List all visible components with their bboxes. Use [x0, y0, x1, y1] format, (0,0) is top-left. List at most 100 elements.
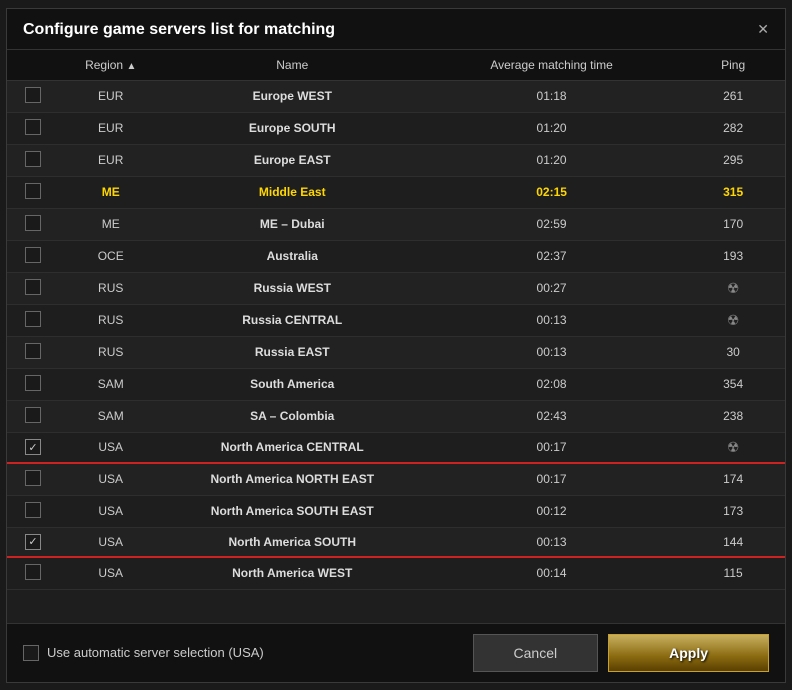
- cell-name: Middle East: [163, 176, 422, 208]
- ping-loading-icon: ☢: [727, 439, 740, 455]
- cell-name: North America WEST: [163, 557, 422, 590]
- row-checkbox[interactable]: [25, 502, 41, 518]
- cell-region: ME: [59, 176, 163, 208]
- cell-name: South America: [163, 368, 422, 400]
- cell-ping: 173: [681, 495, 785, 527]
- table-header-row: Region ▲ Name Average matching time Ping: [7, 50, 785, 81]
- col-checkbox: [7, 50, 59, 81]
- cell-region: OCE: [59, 240, 163, 272]
- row-checkbox[interactable]: [25, 470, 41, 486]
- cell-ping: 144: [681, 527, 785, 557]
- cell-region: EUR: [59, 112, 163, 144]
- cell-region: RUS: [59, 336, 163, 368]
- cell-region: SAM: [59, 368, 163, 400]
- cell-avg-time: 00:27: [422, 272, 681, 304]
- server-table: Region ▲ Name Average matching time Ping…: [7, 50, 785, 590]
- dialog-footer: Use automatic server selection (USA) Can…: [7, 623, 785, 682]
- dialog-window: Configure game servers list for matching…: [6, 8, 786, 683]
- cell-region: RUS: [59, 272, 163, 304]
- cell-avg-time: 00:17: [422, 432, 681, 463]
- cell-region: RUS: [59, 304, 163, 336]
- cell-ping: 282: [681, 112, 785, 144]
- cell-avg-time: 01:20: [422, 144, 681, 176]
- cell-avg-time: 00:12: [422, 495, 681, 527]
- table-row: USANorth America CENTRAL00:17 ☢: [7, 432, 785, 463]
- col-avg-time: Average matching time: [422, 50, 681, 81]
- table-row: RUSRussia CENTRAL00:13 ☢: [7, 304, 785, 336]
- close-button[interactable]: ✕: [757, 21, 769, 38]
- row-checkbox[interactable]: [25, 215, 41, 231]
- cell-ping: 30: [681, 336, 785, 368]
- cell-ping: 174: [681, 463, 785, 496]
- row-checkbox[interactable]: [25, 564, 41, 580]
- row-checkbox[interactable]: [25, 87, 41, 103]
- cell-avg-time: 02:15: [422, 176, 681, 208]
- cell-avg-time: 02:43: [422, 400, 681, 432]
- col-name: Name: [163, 50, 422, 81]
- ping-loading-icon: ☢: [727, 280, 740, 296]
- cancel-button[interactable]: Cancel: [473, 634, 599, 672]
- col-region[interactable]: Region ▲: [59, 50, 163, 81]
- cell-ping: 261: [681, 80, 785, 112]
- row-checkbox[interactable]: [25, 343, 41, 359]
- row-checkbox[interactable]: [25, 439, 41, 455]
- row-checkbox[interactable]: [25, 151, 41, 167]
- cell-region: USA: [59, 557, 163, 590]
- row-checkbox[interactable]: [25, 247, 41, 263]
- cell-ping: 115: [681, 557, 785, 590]
- table-row: USANorth America NORTH EAST00:17174: [7, 463, 785, 496]
- table-row: USANorth America SOUTH EAST00:12173: [7, 495, 785, 527]
- cell-ping: 315: [681, 176, 785, 208]
- cell-ping: ☢: [681, 272, 785, 304]
- dialog-title: Configure game servers list for matching: [23, 21, 335, 39]
- cell-ping: ☢: [681, 432, 785, 463]
- table-row: EUREurope WEST01:18261: [7, 80, 785, 112]
- row-checkbox[interactable]: [25, 183, 41, 199]
- cell-region: ME: [59, 208, 163, 240]
- col-ping: Ping: [681, 50, 785, 81]
- cell-avg-time: 00:13: [422, 527, 681, 557]
- cell-name: ME – Dubai: [163, 208, 422, 240]
- row-checkbox[interactable]: [25, 407, 41, 423]
- row-checkbox[interactable]: [25, 119, 41, 135]
- cell-region: USA: [59, 463, 163, 496]
- title-bar: Configure game servers list for matching…: [7, 9, 785, 50]
- cell-avg-time: 02:59: [422, 208, 681, 240]
- table-row: RUSRussia WEST00:27 ☢: [7, 272, 785, 304]
- cell-name: Europe WEST: [163, 80, 422, 112]
- cell-name: North America SOUTH EAST: [163, 495, 422, 527]
- cell-avg-time: 02:37: [422, 240, 681, 272]
- cell-name: North America CENTRAL: [163, 432, 422, 463]
- cell-region: USA: [59, 527, 163, 557]
- cell-name: Russia WEST: [163, 272, 422, 304]
- table-row: EUREurope SOUTH01:20282: [7, 112, 785, 144]
- cell-avg-time: 01:20: [422, 112, 681, 144]
- row-checkbox[interactable]: [25, 311, 41, 327]
- cell-avg-time: 01:18: [422, 80, 681, 112]
- cell-name: Europe SOUTH: [163, 112, 422, 144]
- cell-region: EUR: [59, 80, 163, 112]
- row-checkbox[interactable]: [25, 279, 41, 295]
- cell-region: SAM: [59, 400, 163, 432]
- cell-ping: 354: [681, 368, 785, 400]
- ping-loading-icon: ☢: [727, 312, 740, 328]
- apply-button[interactable]: Apply: [608, 634, 769, 672]
- cell-ping: 193: [681, 240, 785, 272]
- row-checkbox[interactable]: [25, 375, 41, 391]
- auto-select-option: Use automatic server selection (USA): [23, 645, 463, 661]
- row-checkbox[interactable]: [25, 534, 41, 550]
- table-row: USANorth America SOUTH00:13144: [7, 527, 785, 557]
- cell-avg-time: 00:17: [422, 463, 681, 496]
- cell-name: SA – Colombia: [163, 400, 422, 432]
- auto-select-checkbox[interactable]: [23, 645, 39, 661]
- cell-name: Europe EAST: [163, 144, 422, 176]
- cell-region: USA: [59, 495, 163, 527]
- server-table-container: Region ▲ Name Average matching time Ping…: [7, 50, 785, 623]
- auto-select-label: Use automatic server selection (USA): [47, 645, 264, 660]
- cell-name: North America SOUTH: [163, 527, 422, 557]
- cell-name: Russia CENTRAL: [163, 304, 422, 336]
- table-row: OCEAustralia02:37193: [7, 240, 785, 272]
- cell-region: USA: [59, 432, 163, 463]
- table-row: USANorth America WEST00:14115: [7, 557, 785, 590]
- cell-avg-time: 00:13: [422, 304, 681, 336]
